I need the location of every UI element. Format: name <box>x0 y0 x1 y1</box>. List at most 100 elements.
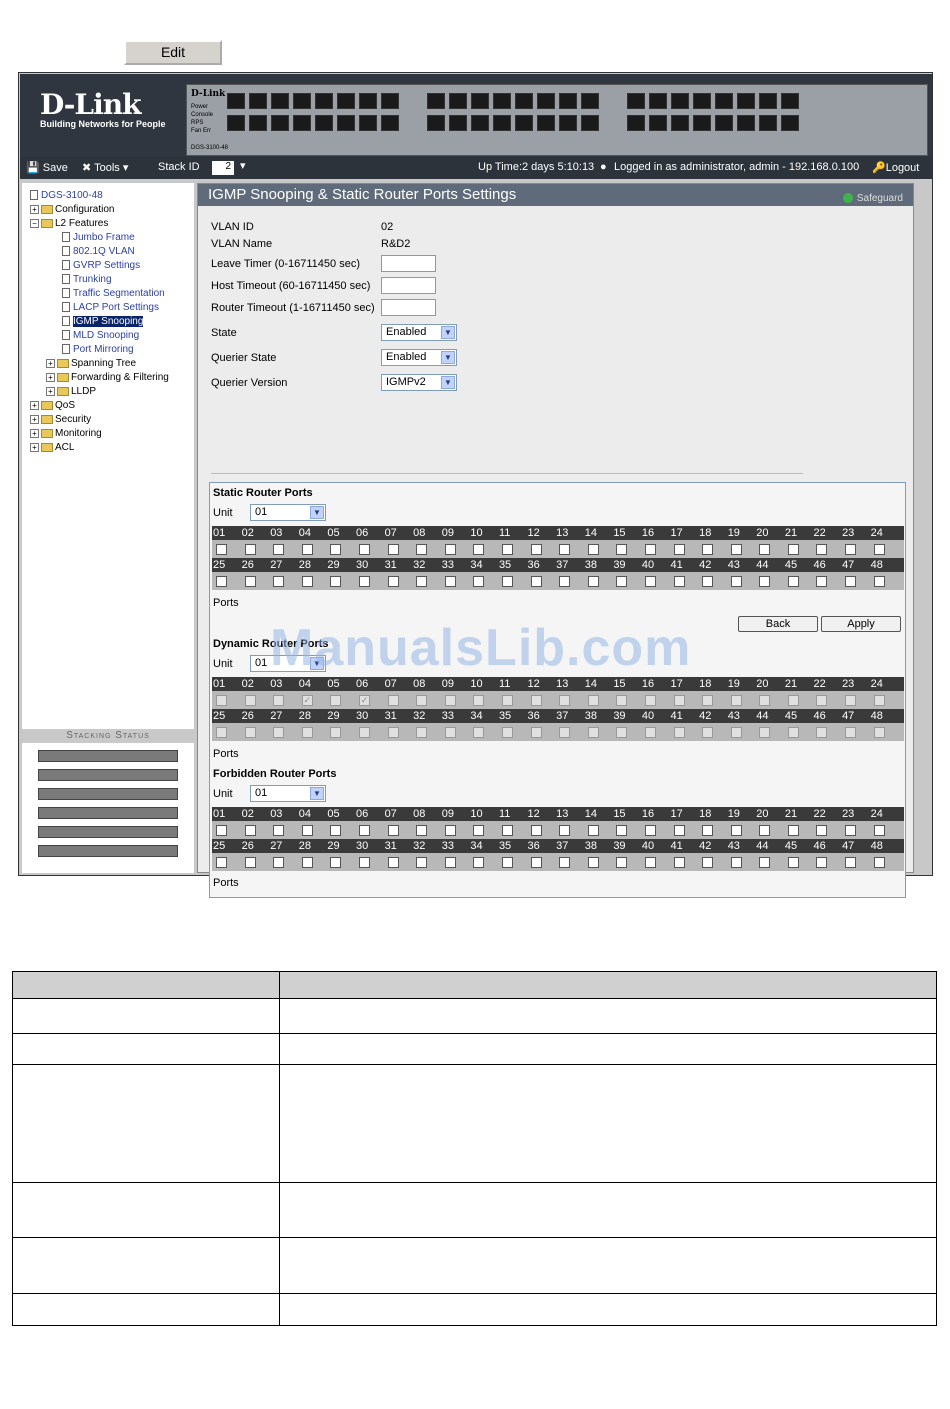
forbidden-port-checkbox[interactable] <box>501 856 513 868</box>
forbidden-port-checkbox[interactable] <box>787 824 799 836</box>
forbidden-port-checkbox[interactable] <box>244 856 256 868</box>
forbidden-port-checkbox[interactable] <box>873 824 885 836</box>
static-port-checkbox[interactable] <box>559 575 571 587</box>
chevron-down-icon[interactable]: ▼ <box>441 326 455 339</box>
static-unit-select[interactable]: 01 ▼ <box>250 504 326 521</box>
rj45-port[interactable] <box>693 93 711 109</box>
static-port-checkbox[interactable] <box>845 543 857 555</box>
static-port-checkbox[interactable] <box>787 575 799 587</box>
rj45-port[interactable] <box>493 115 511 131</box>
querier-version-select[interactable]: IGMPv2 ▼ <box>381 374 457 391</box>
static-port-checkbox[interactable] <box>730 543 742 555</box>
tree-monitoring[interactable]: + Monitoring <box>30 427 102 440</box>
forbidden-port-checkbox[interactable] <box>816 824 828 836</box>
rj45-port[interactable] <box>293 93 311 109</box>
static-port-checkbox[interactable] <box>702 575 714 587</box>
rj45-port[interactable] <box>471 93 489 109</box>
router-timeout-input[interactable] <box>381 299 436 316</box>
rj45-port[interactable] <box>471 115 489 131</box>
forbidden-port-checkbox[interactable] <box>730 824 742 836</box>
static-port-checkbox[interactable] <box>273 575 285 587</box>
rj45-port[interactable] <box>271 93 289 109</box>
back-button[interactable]: Back <box>738 616 818 632</box>
state-select[interactable]: Enabled ▼ <box>381 324 457 341</box>
collapse-icon[interactable]: − <box>30 218 39 228</box>
rj45-port[interactable] <box>715 115 733 131</box>
rj45-port[interactable] <box>315 93 333 109</box>
forbidden-port-checkbox[interactable] <box>702 824 714 836</box>
static-port-checkbox[interactable] <box>873 575 885 587</box>
static-port-checkbox[interactable] <box>444 543 456 555</box>
static-port-checkbox[interactable] <box>673 543 685 555</box>
tree-spanning-tree[interactable]: + Spanning Tree <box>46 357 136 370</box>
dynamic-unit-select[interactable]: 01 ▼ <box>250 655 326 672</box>
static-port-checkbox[interactable] <box>845 575 857 587</box>
forbidden-port-checkbox[interactable] <box>702 856 714 868</box>
forbidden-port-checkbox[interactable] <box>787 856 799 868</box>
forbidden-port-checkbox[interactable] <box>530 856 542 868</box>
stack-unit[interactable] <box>38 788 178 800</box>
static-port-checkbox[interactable] <box>873 543 885 555</box>
static-port-checkbox[interactable] <box>587 543 599 555</box>
tree-jumbo-frame[interactable]: Jumbo Frame <box>62 231 135 244</box>
forbidden-port-checkbox[interactable] <box>644 856 656 868</box>
rj45-port[interactable] <box>671 115 689 131</box>
stack-unit[interactable] <box>38 750 178 762</box>
forbidden-port-checkbox[interactable] <box>273 824 285 836</box>
forbidden-port-checkbox[interactable] <box>530 824 542 836</box>
forbidden-port-checkbox[interactable] <box>587 856 599 868</box>
forbidden-unit-select[interactable]: 01 ▼ <box>250 785 326 802</box>
forbidden-port-checkbox[interactable] <box>387 824 399 836</box>
rj45-port[interactable] <box>449 93 467 109</box>
forbidden-port-checkbox[interactable] <box>673 824 685 836</box>
chevron-down-icon[interactable]: ▼ <box>441 376 455 389</box>
stack-unit[interactable] <box>38 807 178 819</box>
tools-menu[interactable]: ✖ Tools ▾ <box>82 161 128 174</box>
static-port-checkbox[interactable] <box>444 575 456 587</box>
tree-lacp[interactable]: LACP Port Settings <box>62 301 159 314</box>
static-port-checkbox[interactable] <box>616 575 628 587</box>
chevron-down-icon[interactable]: ▼ <box>310 787 324 800</box>
expand-icon[interactable]: + <box>30 442 39 452</box>
apply-button[interactable]: Apply <box>821 616 901 632</box>
stack-unit[interactable] <box>38 769 178 781</box>
rj45-port[interactable] <box>271 115 289 131</box>
tree-port-mirroring[interactable]: Port Mirroring <box>62 343 134 356</box>
forbidden-port-checkbox[interactable] <box>473 856 485 868</box>
tree-forwarding[interactable]: + Forwarding & Filtering <box>46 371 169 384</box>
rj45-port[interactable] <box>381 93 399 109</box>
rj45-port[interactable] <box>693 115 711 131</box>
static-port-checkbox[interactable] <box>816 543 828 555</box>
tree-lldp[interactable]: + LLDP <box>46 385 96 398</box>
static-port-checkbox[interactable] <box>330 575 342 587</box>
rj45-port[interactable] <box>649 93 667 109</box>
rj45-port[interactable] <box>649 115 667 131</box>
tree-qos[interactable]: + QoS <box>30 399 75 412</box>
rj45-port[interactable] <box>715 93 733 109</box>
rj45-port[interactable] <box>537 115 555 131</box>
rj45-port[interactable] <box>315 115 333 131</box>
static-port-checkbox[interactable] <box>816 575 828 587</box>
static-port-checkbox[interactable] <box>759 575 771 587</box>
edit-button[interactable]: Edit <box>124 40 222 65</box>
static-port-checkbox[interactable] <box>387 543 399 555</box>
chevron-down-icon[interactable]: ▼ <box>310 657 324 670</box>
chevron-down-icon[interactable]: ▾ <box>240 159 246 172</box>
static-port-checkbox[interactable] <box>301 543 313 555</box>
forbidden-port-checkbox[interactable] <box>330 824 342 836</box>
forbidden-port-checkbox[interactable] <box>845 824 857 836</box>
static-port-checkbox[interactable] <box>759 543 771 555</box>
rj45-port[interactable] <box>737 93 755 109</box>
forbidden-port-checkbox[interactable] <box>559 856 571 868</box>
expand-icon[interactable]: + <box>46 358 55 368</box>
forbidden-port-checkbox[interactable] <box>759 856 771 868</box>
forbidden-port-checkbox[interactable] <box>301 856 313 868</box>
static-port-checkbox[interactable] <box>216 575 227 587</box>
rj45-port[interactable] <box>359 93 377 109</box>
rj45-port[interactable] <box>537 93 555 109</box>
chevron-down-icon[interactable]: ▼ <box>441 351 455 364</box>
logout-button[interactable]: 🔑Logout <box>872 161 919 174</box>
forbidden-port-checkbox[interactable] <box>301 824 313 836</box>
static-port-checkbox[interactable] <box>644 543 656 555</box>
forbidden-port-checkbox[interactable] <box>587 824 599 836</box>
